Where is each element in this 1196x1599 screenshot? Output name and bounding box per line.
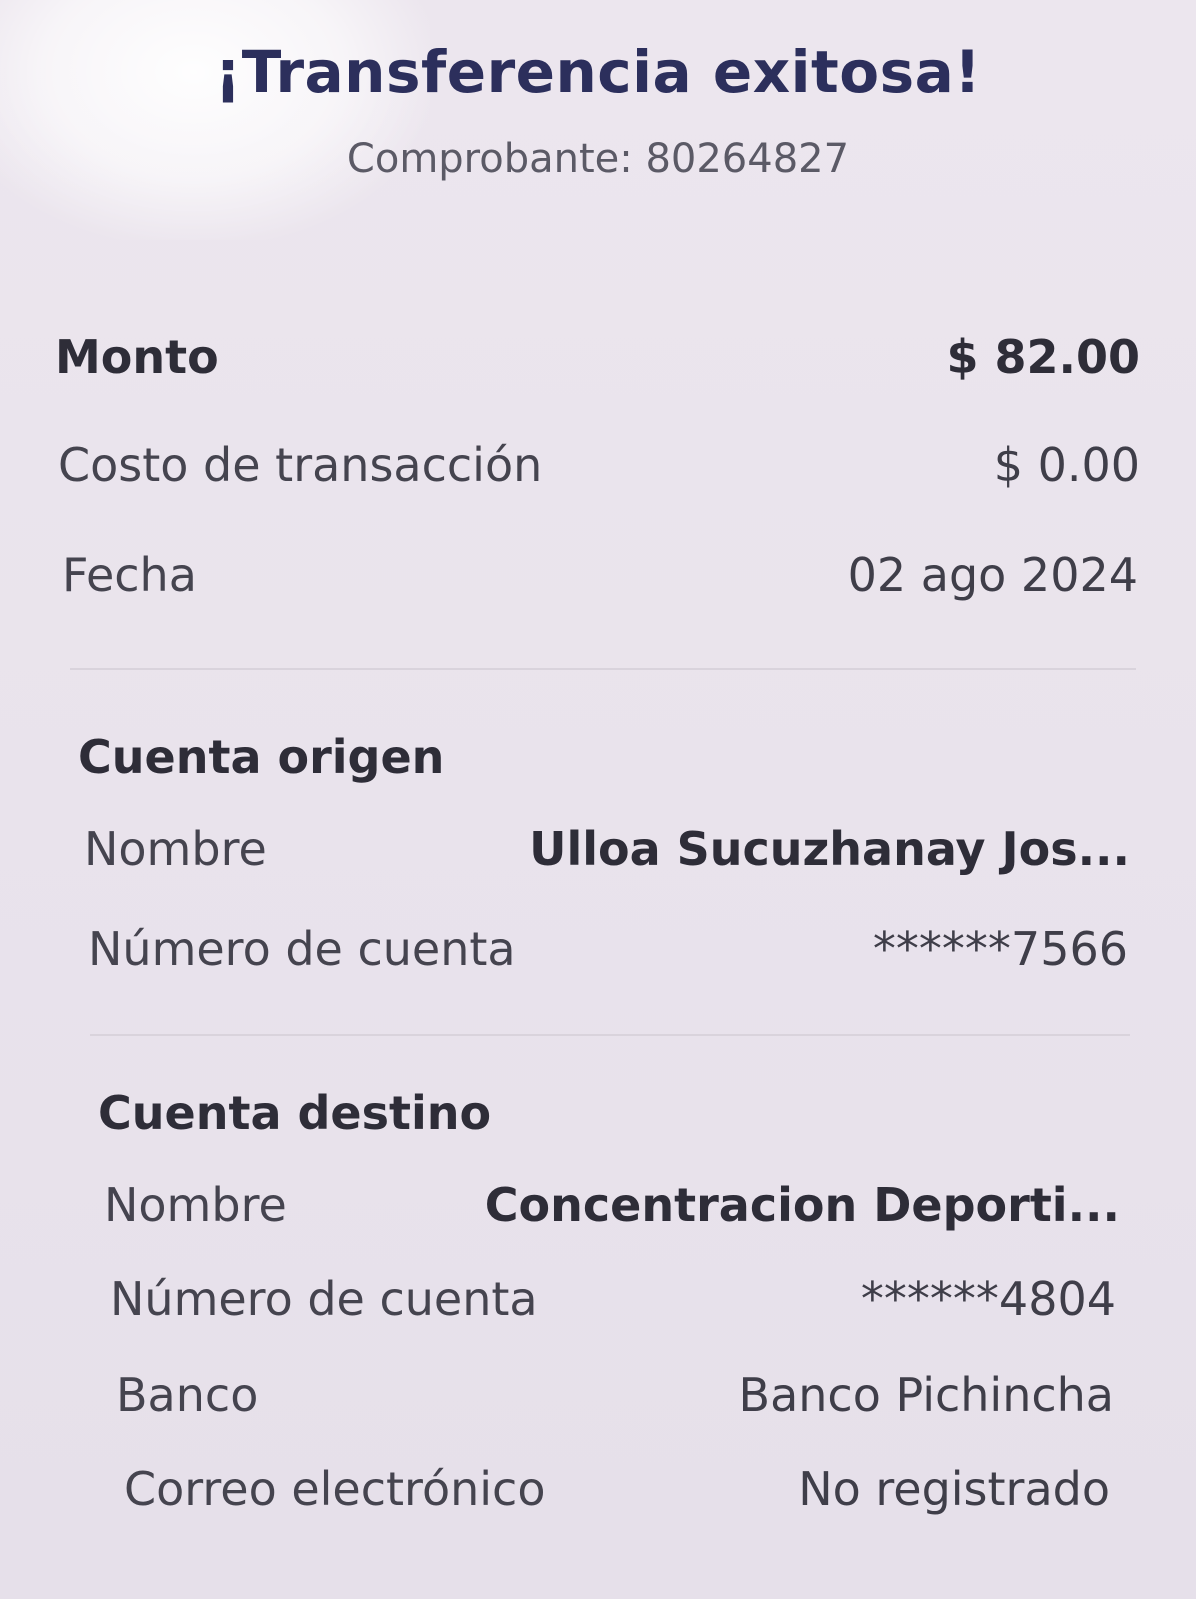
amount-label: Monto bbox=[55, 330, 219, 384]
destination-account-label: Número de cuenta bbox=[110, 1272, 538, 1326]
bank-label: Banco bbox=[116, 1368, 259, 1422]
destination-section-title: Cuenta destino bbox=[98, 1086, 492, 1140]
email-label: Correo electrónico bbox=[124, 1462, 546, 1516]
origin-account-value: ******7566 bbox=[872, 922, 1128, 976]
destination-account-value: ******4804 bbox=[860, 1272, 1116, 1326]
divider bbox=[70, 668, 1136, 670]
screen-glare bbox=[0, 0, 430, 240]
bank-row: Banco Banco Pichincha bbox=[116, 1368, 1114, 1428]
fee-row: Costo de transacción $ 0.00 bbox=[58, 438, 1140, 498]
destination-name-label: Nombre bbox=[104, 1178, 287, 1232]
destination-name-row: Nombre Concentracion Deporti... bbox=[104, 1178, 1120, 1238]
page-title: ¡Transferencia exitosa! bbox=[214, 38, 982, 106]
origin-section-title: Cuenta origen bbox=[78, 730, 445, 784]
fee-value: $ 0.00 bbox=[993, 438, 1140, 492]
origin-name-row: Nombre Ulloa Sucuzhanay Jos... bbox=[84, 822, 1130, 882]
destination-name-value: Concentracion Deporti... bbox=[484, 1178, 1120, 1232]
receipt-number: Comprobante: 80264827 bbox=[346, 136, 850, 182]
fee-label: Costo de transacción bbox=[58, 438, 543, 492]
date-row: Fecha 02 ago 2024 bbox=[62, 548, 1138, 608]
email-value: No registrado bbox=[798, 1462, 1110, 1516]
destination-account-row: Número de cuenta ******4804 bbox=[110, 1272, 1116, 1332]
divider bbox=[90, 1034, 1130, 1036]
date-value: 02 ago 2024 bbox=[847, 548, 1138, 602]
email-row: Correo electrónico No registrado bbox=[124, 1462, 1110, 1522]
origin-name-label: Nombre bbox=[84, 822, 267, 876]
origin-account-row: Número de cuenta ******7566 bbox=[88, 922, 1128, 982]
origin-account-label: Número de cuenta bbox=[88, 922, 516, 976]
origin-name-value: Ulloa Sucuzhanay Jos... bbox=[529, 822, 1130, 876]
amount-row: Monto $ 82.00 bbox=[55, 330, 1140, 390]
date-label: Fecha bbox=[62, 548, 197, 602]
bank-value: Banco Pichincha bbox=[738, 1368, 1114, 1422]
amount-value: $ 82.00 bbox=[946, 330, 1140, 384]
